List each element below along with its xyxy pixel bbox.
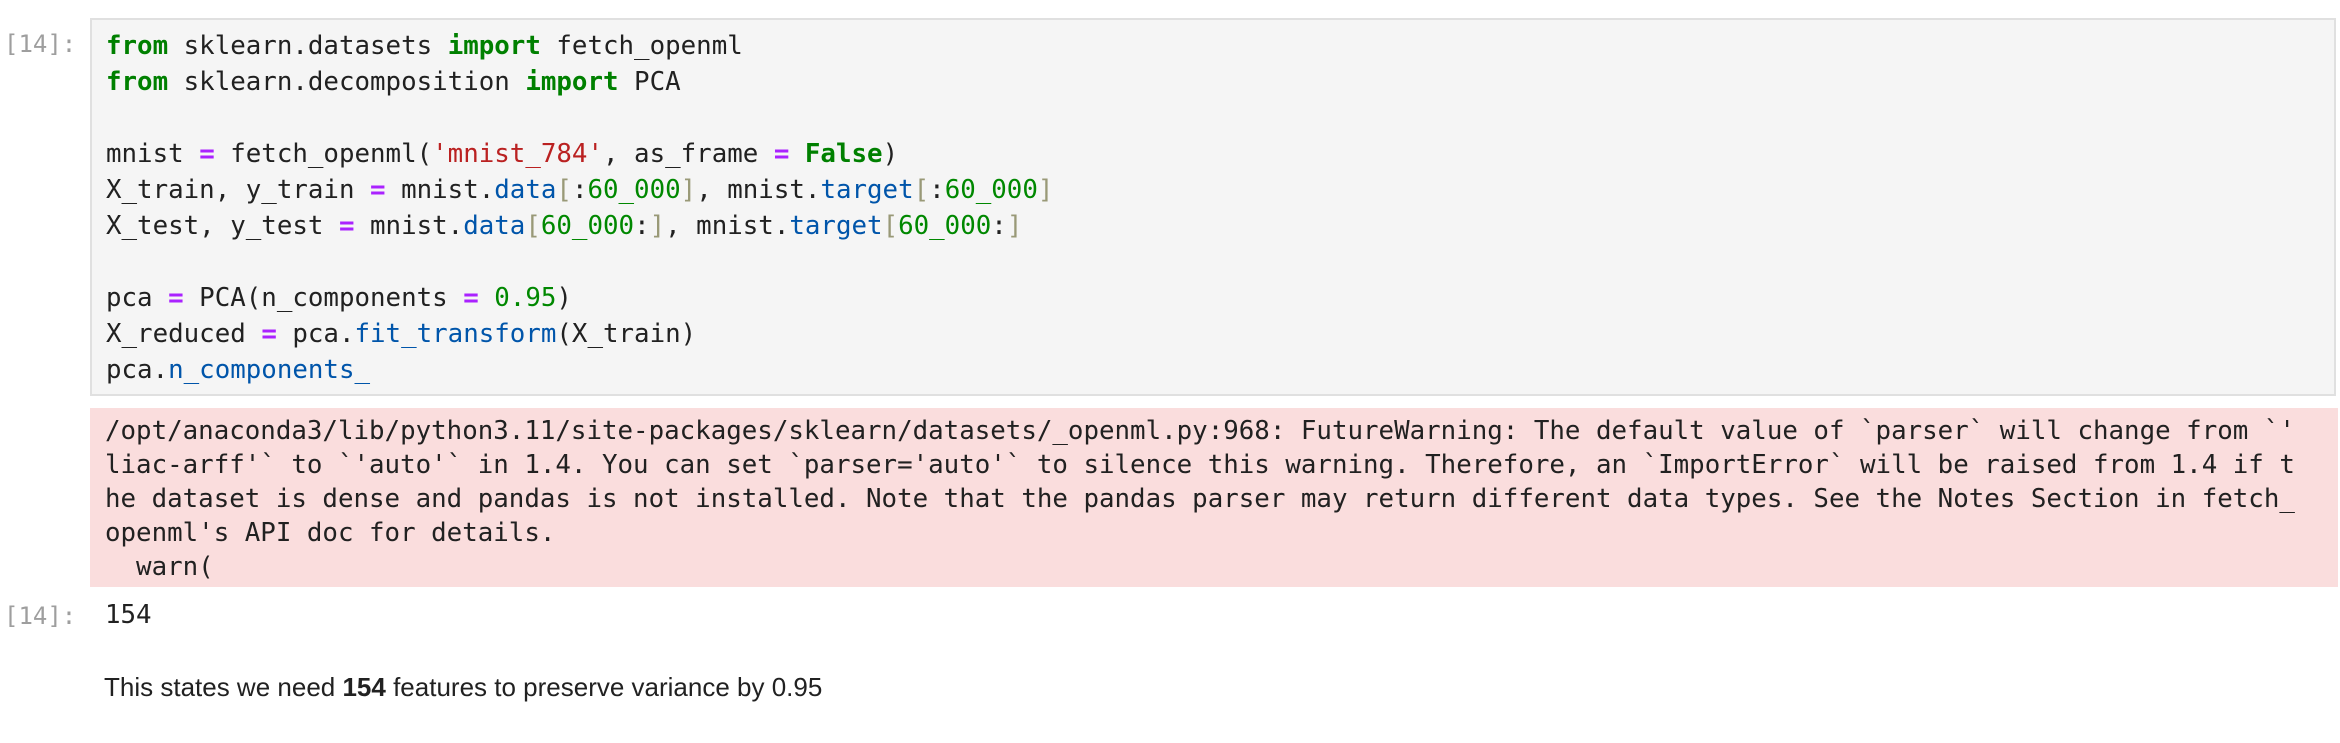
output-prompt: [14]: <box>4 602 77 630</box>
code-token: from <box>106 31 169 61</box>
code-text[interactable]: from sklearn.datasets import fetch_openm… <box>106 28 1053 388</box>
code-token: , as_frame <box>603 139 774 169</box>
markdown-cell: This states we need 154 features to pres… <box>104 672 822 703</box>
code-token: ] <box>649 211 666 241</box>
warning-line: he dataset is dense and pandas is not in… <box>105 484 2295 514</box>
code-token: mnist <box>106 139 200 169</box>
code-line: pca.n_components_ <box>106 352 1053 388</box>
code-token: = <box>773 139 790 169</box>
code-token: data <box>494 175 557 205</box>
code-token: target <box>789 211 883 241</box>
code-token: fetch_openml( <box>214 139 433 169</box>
code-line: X_test, y_test = mnist.data[60_000:], mn… <box>106 208 1053 244</box>
code-token: = <box>463 283 479 313</box>
code-token: ] <box>1037 175 1054 205</box>
code-token: ) <box>556 283 572 313</box>
code-token: [ <box>556 175 572 205</box>
code-token: from <box>106 67 169 97</box>
code-token: mnist. <box>354 211 464 241</box>
md-text-after: features to preserve variance by 0.95 <box>385 672 823 702</box>
code-token: PCA(n_components <box>183 283 464 313</box>
code-token: : <box>571 175 588 205</box>
code-token: : <box>929 175 945 205</box>
code-token: X_train, y_train <box>106 175 371 205</box>
code-token: : <box>634 211 650 241</box>
md-bold-value: 154 <box>342 672 386 702</box>
code-token: PCA <box>618 67 681 97</box>
code-token: X_test, y_test <box>106 211 339 241</box>
code-token: import <box>447 31 541 61</box>
result-output: 154 <box>105 600 152 630</box>
code-token: fetch_openml <box>540 31 743 61</box>
code-token: [ <box>913 175 930 205</box>
code-token: sklearn.datasets <box>168 31 448 61</box>
code-token: [ <box>525 211 541 241</box>
code-token: (X_train) <box>556 319 697 349</box>
code-token: [ <box>882 211 899 241</box>
code-token: = <box>338 211 355 241</box>
code-line: mnist = fetch_openml('mnist_784', as_fra… <box>106 136 1053 172</box>
code-token: ] <box>1006 211 1023 241</box>
input-prompt: [14]: <box>4 30 77 58</box>
code-line: from sklearn.decomposition import PCA <box>106 64 1053 100</box>
warning-line: /opt/anaconda3/lib/python3.11/site-packa… <box>105 416 2295 446</box>
code-token: 'mnist_784' <box>432 139 603 169</box>
warning-line: openml's API doc for details. <box>105 518 556 548</box>
code-token: = <box>168 283 184 313</box>
code-token: fit_transform <box>354 319 557 349</box>
code-token: 60_000 <box>898 211 992 241</box>
code-token: = <box>261 319 277 349</box>
code-token: ) <box>882 139 899 169</box>
code-token: = <box>199 139 215 169</box>
code-token: n_components_ <box>168 355 371 385</box>
code-token: import <box>525 67 619 97</box>
code-token: = <box>370 175 386 205</box>
code-line: from sklearn.datasets import fetch_openm… <box>106 28 1053 64</box>
code-token: 60_000 <box>587 175 681 205</box>
code-token: 60_000 <box>540 211 635 241</box>
code-token: , mnist. <box>696 175 821 205</box>
code-line: pca = PCA(n_components = 0.95) <box>106 280 1053 316</box>
code-token: mnist. <box>385 175 495 205</box>
code-cell-editor[interactable]: from sklearn.datasets import fetch_openm… <box>90 18 2336 396</box>
code-token: pca. <box>276 319 355 349</box>
code-token: target <box>820 175 914 205</box>
warning-text: /opt/anaconda3/lib/python3.11/site-packa… <box>105 414 2295 584</box>
code-token: : <box>991 211 1007 241</box>
code-line: X_reduced = pca.fit_transform(X_train) <box>106 316 1053 352</box>
code-line: X_train, y_train = mnist.data[:60_000], … <box>106 172 1053 208</box>
code-token: False <box>804 139 883 169</box>
code-token: sklearn.decomposition <box>168 67 526 97</box>
code-token: , mnist. <box>665 211 790 241</box>
code-token: pca <box>106 283 169 313</box>
code-token: 60_000 <box>944 175 1038 205</box>
warning-line: liac-arff'` to `'auto'` in 1.4. You can … <box>105 450 2295 480</box>
code-token: 0.95 <box>494 283 557 313</box>
md-text-before: This states we need <box>104 672 343 702</box>
code-token: pca. <box>106 355 169 385</box>
code-token: ] <box>680 175 697 205</box>
code-token: X_reduced <box>106 319 262 349</box>
warning-line: warn( <box>105 552 214 582</box>
code-token: data <box>463 211 526 241</box>
warning-output: /opt/anaconda3/lib/python3.11/site-packa… <box>90 408 2338 587</box>
